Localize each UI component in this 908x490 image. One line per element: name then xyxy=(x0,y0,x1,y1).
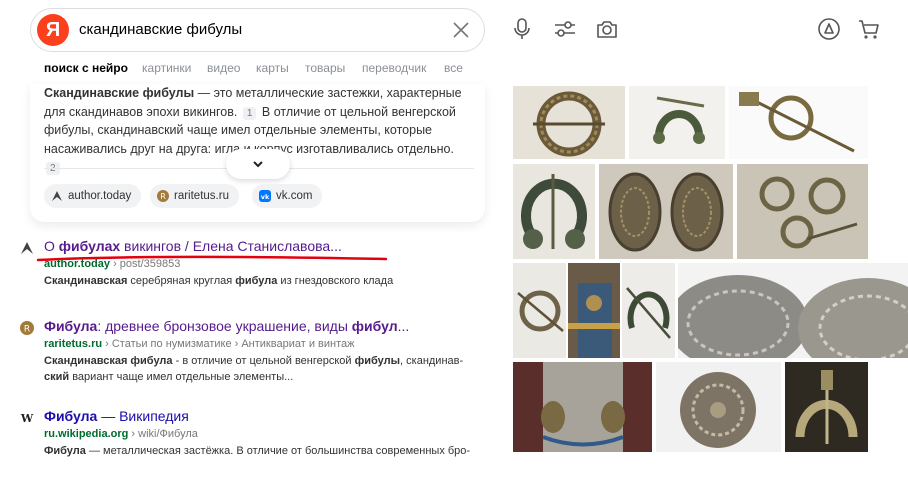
author-today-icon xyxy=(21,242,33,254)
image-thumbnail[interactable] xyxy=(656,362,781,452)
result-url[interactable]: raritetus.ru › Статьи по нумизматике › А… xyxy=(44,338,354,350)
source-chip-vk[interactable]: vk vk.com xyxy=(252,184,323,208)
raritetus-icon: R xyxy=(20,321,34,335)
tab-images[interactable]: картинки xyxy=(142,61,191,75)
search-result: W Фибула — Википедия ru.wikipedia.org › … xyxy=(20,408,480,468)
brooch-image xyxy=(533,91,605,157)
source-chip-author-today[interactable]: author.today xyxy=(44,184,142,208)
search-input[interactable]: скандинавские фибулы xyxy=(79,21,242,38)
tab-all[interactable]: все xyxy=(444,61,463,75)
expand-button[interactable] xyxy=(226,149,290,179)
result-snippet: Скандинавская серебряная круглая фибула … xyxy=(44,275,394,287)
result-snippet: Скандинавская фибула - в отличие от цель… xyxy=(44,355,464,383)
tab-neuro[interactable]: поиск с нейро xyxy=(44,61,128,75)
brooch-image xyxy=(795,370,858,444)
image-thumbnail[interactable] xyxy=(513,86,625,159)
tab-products[interactable]: товары xyxy=(305,61,345,75)
brooch-image xyxy=(739,92,855,153)
result-url[interactable]: ru.wikipedia.org › wiki/Фибула xyxy=(44,428,198,440)
image-thumbnail[interactable] xyxy=(599,164,733,259)
tab-maps[interactable]: карты xyxy=(256,61,289,75)
image-thumbnail[interactable] xyxy=(622,263,675,358)
camera-search-icon[interactable] xyxy=(594,16,620,42)
alice-icon[interactable] xyxy=(816,16,842,42)
svg-text:W: W xyxy=(20,412,34,425)
image-thumbnail[interactable] xyxy=(678,263,908,358)
search-result: О фибулах викингов / Елена Станиславова.… xyxy=(20,238,480,288)
result-title-link[interactable]: Фибула — Википедия xyxy=(44,408,189,424)
settings-sliders-icon[interactable] xyxy=(552,16,578,42)
search-result: R Фибула: древнее бронзовое украшение, в… xyxy=(20,318,480,388)
search-bar[interactable]: Я скандинавские фибулы xyxy=(30,8,485,52)
image-thumbnail[interactable] xyxy=(729,86,868,159)
brooch-image xyxy=(517,290,564,332)
costume-image xyxy=(513,362,652,452)
close-icon[interactable] xyxy=(449,18,473,42)
footnote-ref[interactable]: 1 xyxy=(242,106,257,120)
result-title-link[interactable]: Фибула: древнее бронзовое украшение, вид… xyxy=(44,318,409,334)
wikipedia-icon: W xyxy=(20,412,34,425)
chevron-down-icon xyxy=(253,161,263,168)
microphone-icon[interactable] xyxy=(509,16,535,42)
image-thumbnail[interactable] xyxy=(737,164,868,259)
brooch-image xyxy=(759,176,858,249)
result-url[interactable]: author.today › post/359853 xyxy=(44,258,180,270)
brooch-image xyxy=(678,275,908,358)
brooch-image xyxy=(680,372,756,448)
svg-text:R: R xyxy=(160,192,166,201)
costume-image xyxy=(568,263,620,358)
brooch-image xyxy=(653,96,705,144)
result-snippet: Фибула — металлическая застёжка. В отлич… xyxy=(44,445,471,457)
source-chip-raritetus[interactable]: R raritetus.ru xyxy=(150,184,239,208)
svg-text:vk: vk xyxy=(261,193,270,201)
cart-icon[interactable] xyxy=(856,16,882,42)
result-title-link[interactable]: О фибулах викингов / Елена Станиславова.… xyxy=(44,238,342,254)
brooch-image xyxy=(626,287,671,339)
image-thumbnail[interactable] xyxy=(513,164,595,259)
raritetus-icon: R xyxy=(157,190,169,202)
author-today-icon xyxy=(52,191,62,201)
brooch-image xyxy=(608,172,724,252)
image-thumbnail[interactable] xyxy=(568,263,620,358)
yandex-logo[interactable]: Я xyxy=(37,14,69,46)
brooch-image xyxy=(521,174,587,249)
image-thumbnail[interactable] xyxy=(629,86,725,159)
svg-text:R: R xyxy=(24,325,30,335)
neuro-answer-card: Скандинавские фибулы — это металлические… xyxy=(30,84,485,222)
image-thumbnail[interactable] xyxy=(513,362,652,452)
image-thumbnail[interactable] xyxy=(513,263,566,358)
image-thumbnail[interactable] xyxy=(785,362,868,452)
vk-icon: vk xyxy=(259,190,271,202)
tab-video[interactable]: видео xyxy=(207,61,240,75)
tab-translator[interactable]: переводчик xyxy=(362,61,426,75)
